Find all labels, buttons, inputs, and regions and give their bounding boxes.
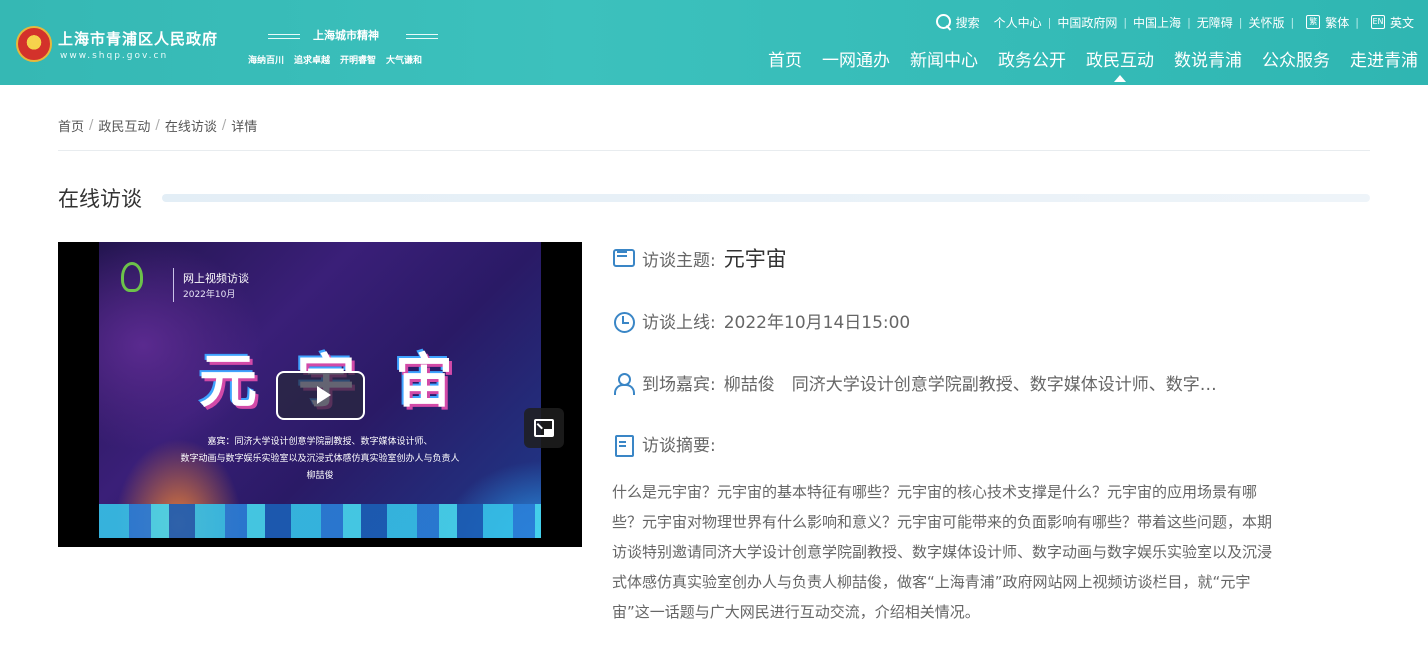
poster-guest-info: 嘉宾：同济大学设计创意学院副教授、数字媒体设计师、 数字动画与数字娱乐实验室以及… (99, 434, 541, 485)
poster-decor-stripes (99, 504, 541, 538)
main-nav: 首页 一网通办 新闻中心 政务公开 政民互动 数说青浦 公众服务 走进青浦 (748, 46, 1418, 82)
nav-item-online-service[interactable]: 一网通办 (822, 46, 890, 72)
breadcrumb-home[interactable]: 首页 (58, 116, 84, 135)
time-label: 访谈上线: (642, 313, 716, 333)
nav-item-about-qingpu[interactable]: 走进青浦 (1350, 46, 1418, 72)
poster-guest-line: 柳喆俊 (306, 471, 334, 481)
link-china-shanghai[interactable]: 中国上海 (1133, 14, 1181, 31)
guest-label: 到场嘉宾: (642, 375, 716, 395)
time-value: 2022年10月14日15:00 (723, 313, 911, 333)
clock-icon (612, 310, 635, 333)
separator: | (1123, 15, 1128, 29)
breadcrumb-separator: / (155, 118, 160, 133)
interview-topic-row: 访谈主题: 元宇宙 (612, 243, 787, 273)
breadcrumb-interaction[interactable]: 政民互动 (98, 116, 150, 135)
separator: | (1290, 15, 1295, 29)
content-card: 首页 / 政民互动 / 在线访谈 / 详情 在线访谈 网上视频访谈 2022年1… (0, 85, 1428, 664)
site-url: www.shqp.gov.cn (60, 51, 169, 61)
link-care-version[interactable]: 关怀版 (1249, 14, 1285, 31)
city-spirit-banner: 上海城市精神 海纳百川 追求卓越 开明睿智 大气谦和 (248, 26, 460, 68)
poster-guest-line: 数字动画与数字娱乐实验室以及沉浸式体感仿真实验室创办人与负责人 (180, 454, 460, 464)
decor-line-icon (406, 34, 438, 39)
city-spirit-title: 上海城市精神 (313, 29, 379, 42)
city-spirit-word: 开明睿智 (340, 56, 377, 66)
section-title: 在线访谈 (58, 187, 142, 211)
separator: | (1238, 15, 1243, 29)
nav-item-public-service[interactable]: 公众服务 (1262, 46, 1330, 72)
poster-guest-line: 嘉宾：同济大学设计创意学院副教授、数字媒体设计师、 (207, 437, 433, 447)
city-spirit-word: 追求卓越 (294, 56, 331, 66)
traditional-chinese-label: 繁体 (1325, 15, 1350, 30)
city-spirit-word: 大气谦和 (386, 56, 423, 66)
breadcrumb-detail: 详情 (231, 120, 258, 135)
nav-item-news[interactable]: 新闻中心 (910, 46, 978, 72)
poster-separator (173, 268, 174, 302)
interview-guest-row: 到场嘉宾: 柳喆俊 同济大学设计创意学院副教授、数字媒体设计师、数字… (612, 370, 1217, 395)
search-icon (935, 14, 952, 30)
leaf-icon (121, 262, 143, 292)
picture-in-picture-icon (534, 419, 554, 437)
document-icon (612, 433, 634, 457)
separator: | (1047, 15, 1052, 29)
separator: | (1355, 15, 1359, 29)
poster-date: 2022年10月 (183, 290, 236, 300)
english-button[interactable]: EN 英文 (1370, 14, 1414, 31)
city-spirit-words: 海纳百川 追求卓越 开明睿智 大气谦和 (248, 53, 422, 66)
search-label: 搜索 (955, 15, 980, 30)
nav-item-interaction[interactable]: 政民互动 (1086, 46, 1154, 82)
link-accessibility[interactable]: 无障碍 (1197, 14, 1233, 31)
link-personal-center[interactable]: 个人中心 (994, 14, 1042, 31)
link-china-gov[interactable]: 中国政府网 (1057, 14, 1117, 31)
user-icon (612, 372, 635, 395)
site-name: 上海市青浦区人民政府 (58, 30, 219, 48)
qingpu-logo-icon (121, 262, 161, 298)
top-utility-bar: 搜索 个人中心 | 中国政府网 | 中国上海 | 无障碍 | 关怀版 | 繁 繁… (935, 12, 1414, 32)
divider (58, 150, 1370, 151)
nav-item-home[interactable]: 首页 (768, 46, 802, 72)
separator: | (1187, 15, 1191, 29)
chat-icon (612, 247, 635, 269)
traditional-chinese-button[interactable]: 繁 繁体 (1306, 14, 1349, 31)
english-label: 英文 (1389, 15, 1414, 30)
poster-subtitle: 网上视频访谈 (183, 272, 249, 285)
breadcrumb-online-interview[interactable]: 在线访谈 (165, 116, 217, 135)
city-spirit-word: 海纳百川 (248, 56, 285, 66)
national-emblem-icon (16, 26, 52, 62)
search-button[interactable]: 搜索 (935, 14, 980, 31)
interview-summary-row: 访谈摘要: (612, 431, 716, 457)
site-header: 上海市青浦区人民政府 www.shqp.gov.cn 上海城市精神 海纳百川 追… (0, 0, 1428, 85)
summary-label: 访谈摘要: (642, 436, 716, 456)
play-button[interactable] (276, 371, 365, 420)
topic-label: 访谈主题: (642, 250, 716, 271)
breadcrumb-separator: / (221, 118, 227, 133)
guest-value: 柳喆俊 同济大学设计创意学院副教授、数字媒体设计师、数字… (723, 375, 1217, 395)
video-player[interactable]: 网上视频访谈 2022年10月 元宇宙 嘉宾：同济大学设计创意学院副教授、数字媒… (58, 242, 582, 547)
summary-text: 什么是元宇宙？元宇宙的基本特征有哪些？元宇宙的核心技术支撑是什么？元宇宙的应用场… (612, 483, 1273, 621)
nav-item-gov-affairs[interactable]: 政务公开 (998, 46, 1066, 72)
breadcrumb-separator: / (89, 118, 94, 133)
title-decor-bar (162, 194, 1370, 202)
traditional-chinese-icon: 繁 (1306, 15, 1321, 29)
nav-item-data[interactable]: 数说青浦 (1174, 46, 1242, 72)
breadcrumb: 首页 / 政民互动 / 在线访谈 / 详情 (58, 116, 257, 135)
picture-in-picture-button[interactable] (524, 408, 564, 448)
topic-value: 元宇宙 (723, 247, 787, 271)
interview-time-row: 访谈上线: 2022年10月14日15:00 (612, 308, 910, 333)
english-icon: EN (1370, 15, 1385, 29)
decor-line-icon (268, 34, 300, 39)
